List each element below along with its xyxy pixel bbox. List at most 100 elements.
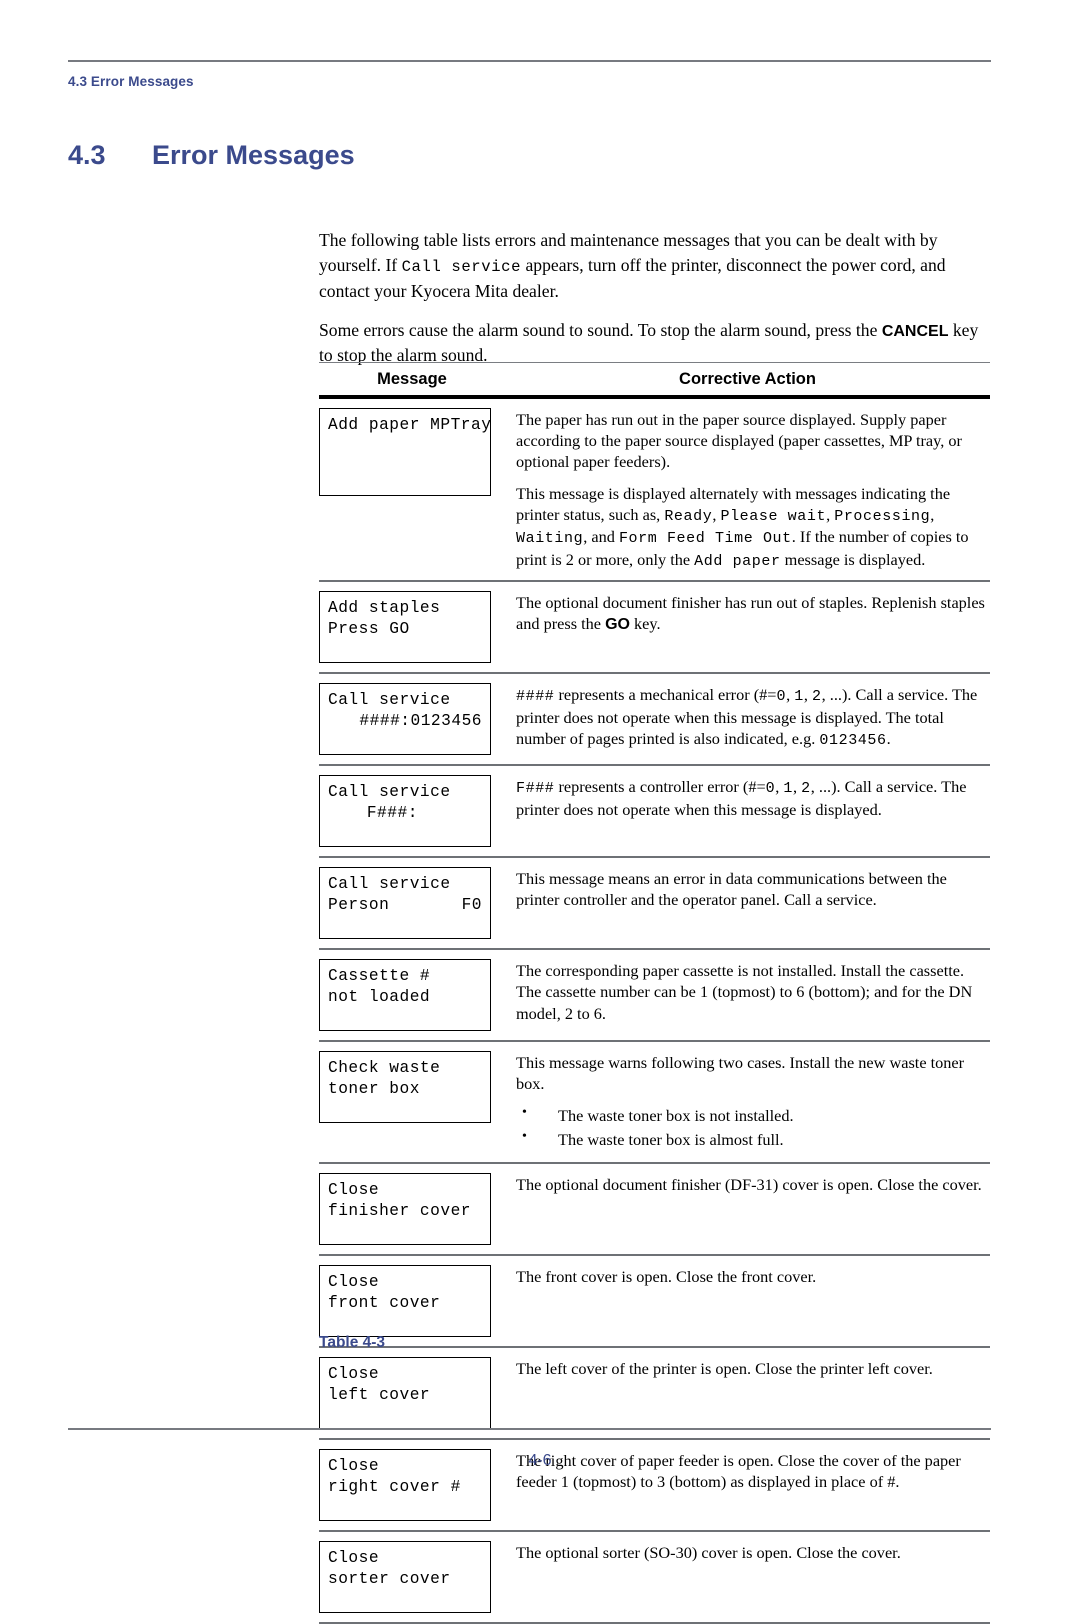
inline-code-ready: Ready	[664, 507, 713, 525]
table-row: Close sorter cover The optional sorter (…	[319, 1532, 990, 1624]
inline-code-one: 1	[794, 688, 804, 706]
message-cell: Close sorter cover	[319, 1540, 505, 1613]
message-cell: Close finisher cover	[319, 1172, 505, 1245]
action-sep-2: ,	[793, 777, 802, 797]
lcd-line: Close	[328, 1180, 380, 1199]
column-header-corrective-action: Corrective Action	[679, 370, 816, 388]
action-text-2: , and	[583, 527, 619, 547]
corrective-action-cell: The paper has run out in the paper sourc…	[505, 408, 990, 571]
lcd-display: Close front cover	[319, 1264, 491, 1337]
corrective-action-cell: The optional document finisher (DF-31) c…	[505, 1173, 990, 1195]
lcd-display: Add staples Press GO	[319, 591, 491, 664]
action-text-3: .	[886, 728, 891, 748]
lcd-line: finisher cover	[328, 1201, 471, 1220]
lcd-display: Close left cover	[319, 1356, 491, 1429]
message-cell: Close front cover	[319, 1264, 505, 1337]
inline-code-page-count: 0123456	[819, 731, 887, 749]
inline-code-hash: ####	[516, 688, 555, 706]
lcd-line: Cassette #	[328, 967, 431, 986]
action-paragraph: The paper has run out in the paper sourc…	[516, 410, 962, 472]
lcd-display: Add paper MPTray	[319, 408, 491, 496]
intro-text-block: The following table lists errors and mai…	[319, 228, 991, 383]
inline-code-zero: 0	[776, 688, 787, 706]
action-text-4: message is displayed.	[780, 549, 926, 569]
page-number: 4-6	[528, 1452, 552, 1469]
table-row: Call service Person F0 This message means…	[319, 858, 990, 951]
table-row: Add staples Press GO The optional docume…	[319, 582, 990, 675]
table-row: Check waste toner box This message warns…	[319, 1042, 990, 1164]
lcd-display: Check waste toner box	[319, 1051, 491, 1124]
section-title: Error Messages	[152, 140, 355, 170]
table-row: Add paper MPTray The paper has run out i…	[319, 399, 990, 583]
action-bullet-list: The waste toner box is not installed. Th…	[516, 1104, 990, 1150]
lcd-line: Call service	[328, 783, 451, 802]
action-text: represents a controller error (#=	[554, 777, 766, 797]
error-messages-table: Message Corrective Action Add paper MPTr…	[319, 362, 990, 1624]
list-item: The waste toner box is not installed.	[516, 1104, 990, 1126]
corrective-action-cell: The optional sorter (SO-30) cover is ope…	[505, 1541, 990, 1563]
lcd-line: Add staples	[328, 599, 441, 618]
go-key-label: GO	[605, 616, 630, 634]
lcd-display: Close finisher cover	[319, 1172, 491, 1245]
lcd-line: Add paper MPTray	[328, 416, 492, 434]
inline-code-waiting: Waiting	[516, 530, 584, 548]
action-sep-2: ,	[826, 504, 835, 524]
lcd-line: sorter cover	[328, 1569, 451, 1588]
lcd-display: Cassette # not loaded	[319, 959, 491, 1032]
action-text: represents a mechanical error (#=	[554, 685, 777, 705]
action-sep-3: ,	[930, 504, 935, 524]
action-paragraph: The optional sorter (SO-30) cover is ope…	[516, 1542, 901, 1562]
message-cell: Call service Person F0	[319, 867, 505, 940]
corrective-action-cell: The left cover of the printer is open. C…	[505, 1357, 990, 1379]
corrective-action-cell: F### represents a controller error (#=0,…	[505, 775, 990, 820]
page-top-rule	[68, 60, 991, 62]
corrective-action-cell: The optional document finisher has run o…	[505, 591, 990, 636]
action-paragraph: The front cover is open. Close the front…	[516, 1266, 817, 1286]
corrective-action-cell: The front cover is open. Close the front…	[505, 1265, 990, 1287]
message-cell: Check waste toner box	[319, 1051, 505, 1124]
lcd-line: toner box	[328, 1080, 420, 1099]
message-cell: Call service ####:0123456	[319, 683, 505, 756]
table-header-row: Message Corrective Action	[319, 363, 990, 395]
lcd-line: Close	[328, 1548, 380, 1567]
table-row: Call service ####:0123456 #### represent…	[319, 674, 990, 767]
intro-paragraph-1: The following table lists errors and mai…	[319, 228, 991, 304]
action-paragraph: F### represents a controller error (#=0,…	[516, 776, 990, 820]
corrective-action-cell: This message warns following two cases. …	[505, 1051, 990, 1153]
action-paragraph: The left cover of the printer is open. C…	[516, 1358, 933, 1378]
corrective-action-cell: #### represents a mechanical error (#=0,…	[505, 683, 990, 750]
running-header: 4.3 Error Messages	[68, 74, 194, 89]
list-item: The waste toner box is almost full.	[516, 1128, 990, 1150]
lcd-line: Close	[328, 1364, 380, 1383]
table-row: Close left cover The left cover of the p…	[319, 1348, 990, 1440]
lcd-line: right cover #	[328, 1477, 461, 1496]
cancel-key-label: CANCEL	[881, 323, 949, 341]
section-number: 4.3	[68, 140, 106, 170]
lcd-line: left cover	[328, 1385, 431, 1404]
column-header-message: Message	[377, 370, 447, 388]
inline-code-two: 2	[801, 780, 811, 798]
message-cell: Add paper MPTray	[319, 408, 505, 496]
lcd-line: Person F0	[328, 895, 482, 916]
page-bottom-rule	[68, 1428, 991, 1430]
action-paragraph: The corresponding paper cassette is not …	[516, 961, 973, 1023]
action-paragraph: The optional document finisher has run o…	[516, 592, 990, 636]
corrective-action-cell: This message means an error in data comm…	[505, 867, 990, 910]
inline-code-processing: Processing	[834, 507, 931, 525]
message-cell: Cassette # not loaded	[319, 959, 505, 1032]
lcd-line: front cover	[328, 1293, 441, 1312]
lcd-display: Call service Person F0	[319, 867, 491, 940]
lcd-line: F###:	[366, 804, 418, 823]
action-paragraph-2: This message is displayed alternately wi…	[516, 483, 990, 572]
table-row: Call service F###: F### represents a con…	[319, 766, 990, 859]
inline-code-two: 2	[812, 688, 822, 706]
inline-code-zero: 0	[765, 780, 776, 798]
inline-code-add-paper: Add paper	[694, 552, 781, 570]
action-text-2: key.	[629, 614, 661, 634]
inline-code-call-service: Call service	[401, 258, 522, 277]
lcd-line: not loaded	[328, 988, 431, 1007]
lcd-line: Check waste	[328, 1059, 441, 1078]
lcd-display: Close sorter cover	[319, 1540, 491, 1613]
table-row: Close finisher cover The optional docume…	[319, 1164, 990, 1256]
lcd-display: Call service ####:0123456	[319, 683, 491, 756]
